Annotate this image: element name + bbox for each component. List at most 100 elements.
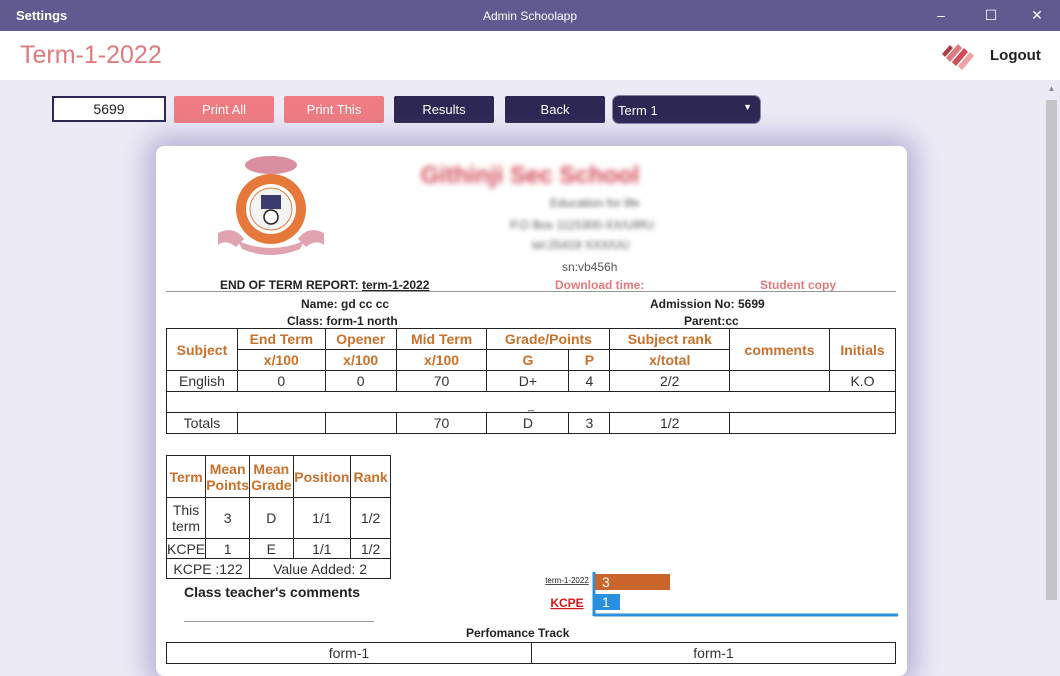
cell-rank: 1/2 (350, 538, 391, 559)
col-mid-term: Mid Term (395, 328, 488, 350)
summary-table: Term Mean Points Mean Grade Position Ran… (165, 455, 391, 579)
col-grade-points: Grade/Points (486, 328, 611, 350)
cell-points: 4 (568, 370, 611, 392)
term-select[interactable]: Term 1 ▼ (612, 95, 761, 124)
totals-grade: D (486, 412, 570, 434)
sub-points: P (568, 349, 611, 371)
col-opener: Opener (324, 328, 397, 350)
kcpe-score: KCPE :122 (165, 558, 251, 579)
sub-end-term: x/100 (236, 349, 326, 371)
performance-track-title: Perfomance Track (466, 626, 570, 640)
cell-comments (729, 370, 830, 392)
student-copy-label: Student copy (760, 278, 837, 292)
col-mean-points: Mean Points (205, 455, 251, 498)
chevron-down-icon: ▼ (743, 102, 752, 112)
totals-end-term (236, 412, 326, 434)
cell-grade: D+ (486, 370, 570, 392)
brand-logo-icon (942, 44, 974, 70)
scrollbar-thumb[interactable] (1046, 100, 1057, 600)
cell-position: 1/1 (292, 538, 352, 559)
col-end-term: End Term (236, 328, 326, 350)
totals-rank: 1/2 (609, 412, 731, 434)
cell-mid-term: 70 (395, 370, 488, 392)
col-subject-rank: Subject rank (609, 328, 731, 350)
back-button[interactable]: Back (505, 96, 605, 123)
sub-opener: x/100 (324, 349, 397, 371)
perf-col-1: form-1 (328, 645, 370, 661)
app-header: Term-1-2022 Logout (0, 31, 1060, 80)
comments-line (184, 621, 374, 622)
window-title-bar: Settings Admin Schoolapp – ☐ ✕ (0, 0, 1060, 31)
col-term: Term (165, 455, 207, 498)
admission-number-input[interactable] (52, 96, 166, 122)
download-time-label: Download time: (555, 278, 645, 292)
table-row: KCPE 1 E 1/1 1/2 (165, 538, 391, 559)
header-divider (166, 291, 896, 292)
cell-initials: K.O (829, 370, 896, 392)
totals-label: Totals (166, 412, 238, 434)
table-row: This term 3 D 1/1 1/2 (165, 497, 391, 539)
totals-mid-term: 70 (395, 412, 488, 434)
perf-col-2: form-1 (531, 643, 895, 663)
chart-category-label-0: term-1-2022 (545, 576, 589, 585)
cell-term: KCPE (165, 538, 207, 559)
logout-button[interactable]: Logout (990, 47, 1041, 64)
cell-mean-grade: E (249, 538, 294, 559)
col-comments: comments (729, 328, 830, 371)
school-address: P.O Box 1115300-XX/UIRU (510, 218, 655, 232)
cell-mean-grade: D (249, 497, 294, 539)
cell-subject: English (166, 370, 238, 392)
chart-value-label-1: 1 (602, 594, 610, 610)
totals-points: 3 (568, 412, 611, 434)
cell-mean-points: 3 (205, 497, 251, 539)
table-row: English 0 0 70 D+ 4 2/2 K.O (166, 370, 896, 392)
cell-mean-points: 1 (205, 538, 251, 559)
subjects-table: Subject End Term Opener Mid Term Grade/P… (166, 328, 896, 434)
class-teacher-comments-label: Class teacher's comments (184, 584, 361, 600)
col-rank: Rank (350, 455, 391, 498)
value-added: Value Added: 2 (249, 558, 391, 579)
admission-number: Admission No: 5699 (650, 297, 765, 311)
cell-opener: 0 (324, 370, 397, 392)
chart-value-label-0: 3 (602, 574, 610, 590)
serial-number: sn:vb456h (562, 260, 618, 274)
cell-end-term: 0 (236, 370, 326, 392)
report-title: END OF TERM REPORT: term-1-2022 (220, 278, 429, 292)
sub-mid-term: x/100 (395, 349, 488, 371)
report-title-term: term-1-2022 (362, 278, 430, 292)
cell-term: This term (165, 497, 207, 539)
close-button[interactable]: ✕ (1026, 4, 1048, 26)
app-title: Admin Schoolapp (482, 9, 578, 23)
print-all-button[interactable]: Print All (174, 96, 274, 123)
student-class: Class: form-1 north (287, 314, 398, 328)
spacer-row: _ (166, 391, 896, 413)
school-phone: tel:25419 XXX/UU (532, 238, 630, 252)
totals-row: Totals 70 D 3 1/2 (166, 412, 896, 434)
report-title-prefix: END OF TERM REPORT: (220, 278, 363, 292)
table-row: KCPE :122 Value Added: 2 (165, 558, 391, 579)
page-title: Term-1-2022 (20, 41, 162, 69)
performance-bar-chart: 3 term-1-2022 1 KCPE (545, 572, 898, 617)
school-crest-icon (218, 156, 324, 255)
school-motto: Education for life (550, 196, 640, 210)
col-position: Position (292, 455, 352, 498)
totals-comments (729, 412, 896, 434)
results-button[interactable]: Results (394, 96, 494, 123)
cell-rank: 1/2 (350, 497, 391, 539)
sub-rank: x/total (609, 349, 731, 371)
col-initials: Initials (829, 328, 896, 371)
spacer-cell: _ (166, 391, 896, 413)
parent-name: Parent:cc (684, 314, 739, 328)
sub-grade: G (486, 349, 570, 371)
totals-opener (324, 412, 397, 434)
print-this-button[interactable]: Print This (284, 96, 384, 123)
col-subject: Subject (166, 328, 238, 371)
minimize-button[interactable]: – (930, 4, 952, 26)
col-mean-grade: Mean Grade (249, 455, 294, 498)
student-name: Name: gd cc cc (301, 297, 390, 311)
scroll-up-arrow-icon[interactable]: ▲ (1046, 84, 1057, 96)
maximize-button[interactable]: ☐ (980, 4, 1002, 26)
cell-position: 1/1 (292, 497, 352, 539)
chart-category-label-1: KCPE (550, 596, 583, 610)
performance-track-row: form-1 form-1 (166, 642, 896, 664)
